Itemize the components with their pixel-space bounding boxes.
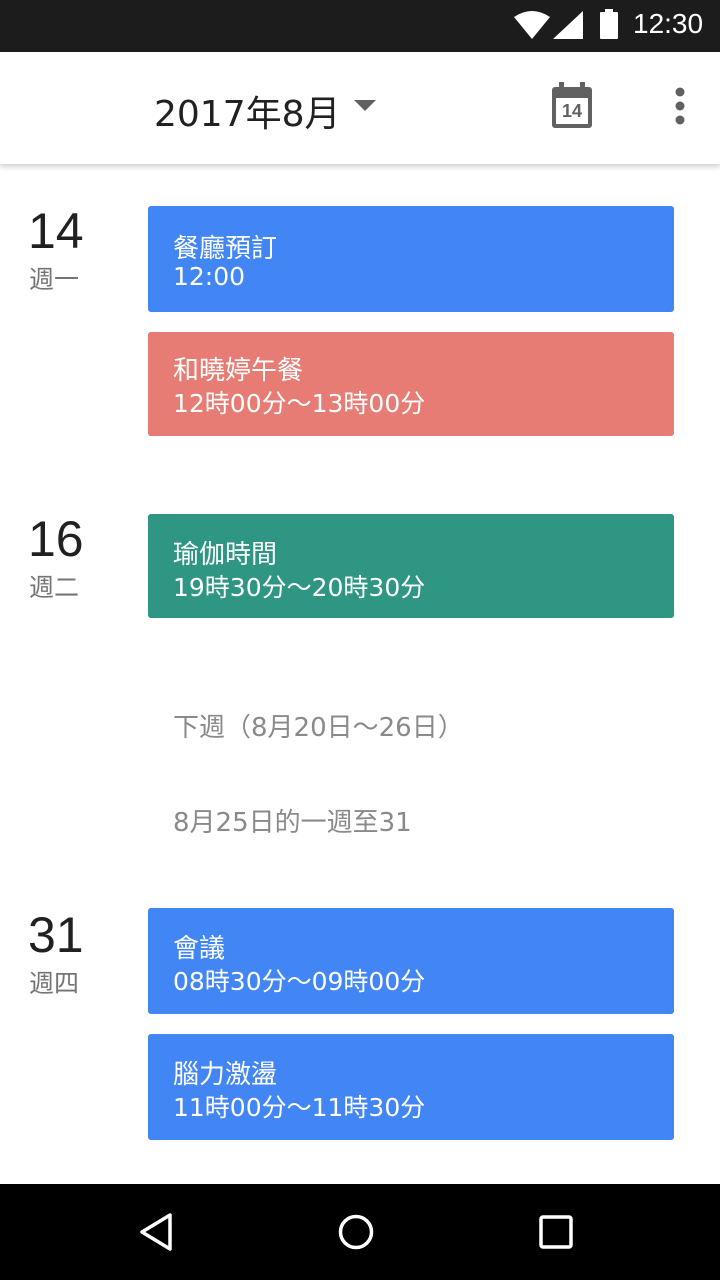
day-weekday: 週四 xyxy=(29,969,80,998)
status-time: 12:30 xyxy=(633,8,704,39)
app-bar: 2017年8月 14 xyxy=(0,52,720,164)
week-range-label: 下週（8月20日～26日） xyxy=(173,713,464,743)
more-options-button[interactable] xyxy=(666,82,694,130)
day-weekday: 週一 xyxy=(29,265,80,294)
wifi-icon xyxy=(514,11,550,39)
event-time: 08時30分～09時00分 xyxy=(173,967,426,996)
back-icon[interactable] xyxy=(136,1210,180,1254)
event-card[interactable]: 和曉婷午餐 12時00分～13時00分 xyxy=(148,332,674,436)
event-title: 和曉婷午餐 xyxy=(173,356,304,386)
event-time: 19時30分～20時30分 xyxy=(173,573,426,602)
day-number: 14 xyxy=(28,203,84,259)
schedule-list[interactable]: 14 週一 餐廳預訂 12:00 和曉婷午餐 12時00分～13時00分 16 … xyxy=(0,164,720,1184)
signal-icon xyxy=(553,11,583,39)
month-title[interactable]: 2017年8月 xyxy=(154,85,341,137)
day-weekday: 週二 xyxy=(29,573,80,602)
event-card[interactable]: 瑜伽時間 19時30分～20時30分 xyxy=(148,514,674,618)
event-title: 腦力激盪 xyxy=(173,1060,278,1090)
today-button[interactable]: 14 xyxy=(550,82,594,130)
event-title: 瑜伽時間 xyxy=(173,540,278,570)
event-title: 會議 xyxy=(173,934,226,964)
event-title: 餐廳預訂 xyxy=(173,234,278,264)
status-bar: 12:30 xyxy=(0,0,720,52)
event-time: 12時00分～13時00分 xyxy=(173,389,426,418)
battery-icon xyxy=(600,9,618,39)
event-card[interactable]: 餐廳預訂 12:00 xyxy=(148,206,674,312)
more-vert-icon xyxy=(675,87,685,125)
event-card[interactable]: 會議 08時30分～09時00分 xyxy=(148,908,674,1014)
event-card[interactable]: 腦力激盪 11時00分～11時30分 xyxy=(148,1034,674,1140)
dropdown-icon[interactable] xyxy=(354,100,376,111)
day-number: 31 xyxy=(28,907,84,963)
event-time: 12:00 xyxy=(173,262,246,291)
day-number: 16 xyxy=(28,511,84,567)
week-range-label: 8月25日的一週至31 xyxy=(173,808,412,838)
home-icon[interactable] xyxy=(334,1210,378,1254)
today-icon-day: 14 xyxy=(561,101,583,121)
recents-icon[interactable] xyxy=(534,1210,578,1254)
navigation-bar xyxy=(0,1184,720,1280)
event-time: 11時00分～11時30分 xyxy=(173,1093,426,1122)
